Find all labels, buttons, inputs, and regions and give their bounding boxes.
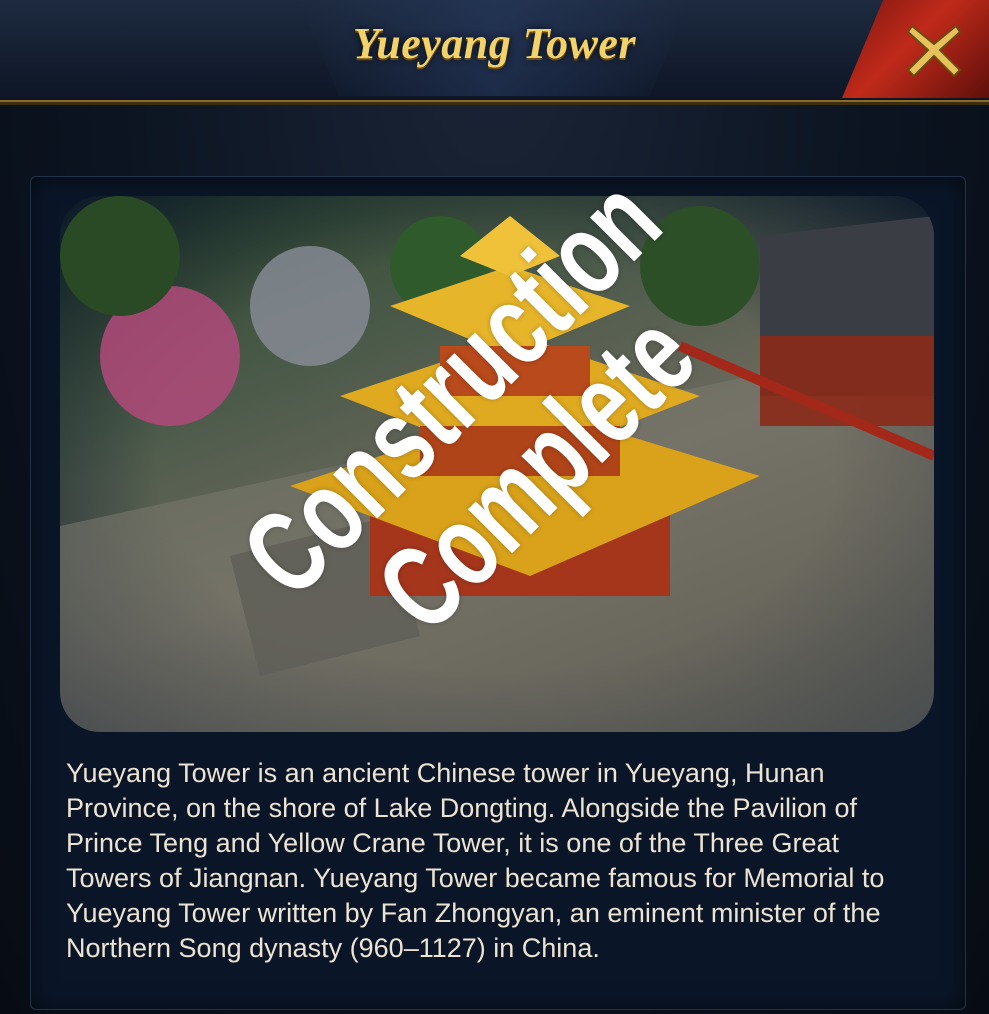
close-icon — [906, 24, 962, 78]
pagoda-artwork — [60, 196, 934, 732]
dialog-title: Yueyang Tower — [352, 19, 637, 68]
building-description: Yueyang Tower is an ancient Chinese towe… — [66, 758, 885, 963]
building-illustration — [60, 196, 934, 732]
close-button[interactable] — [842, 0, 989, 98]
title-bar: Yueyang Tower — [0, 0, 989, 102]
